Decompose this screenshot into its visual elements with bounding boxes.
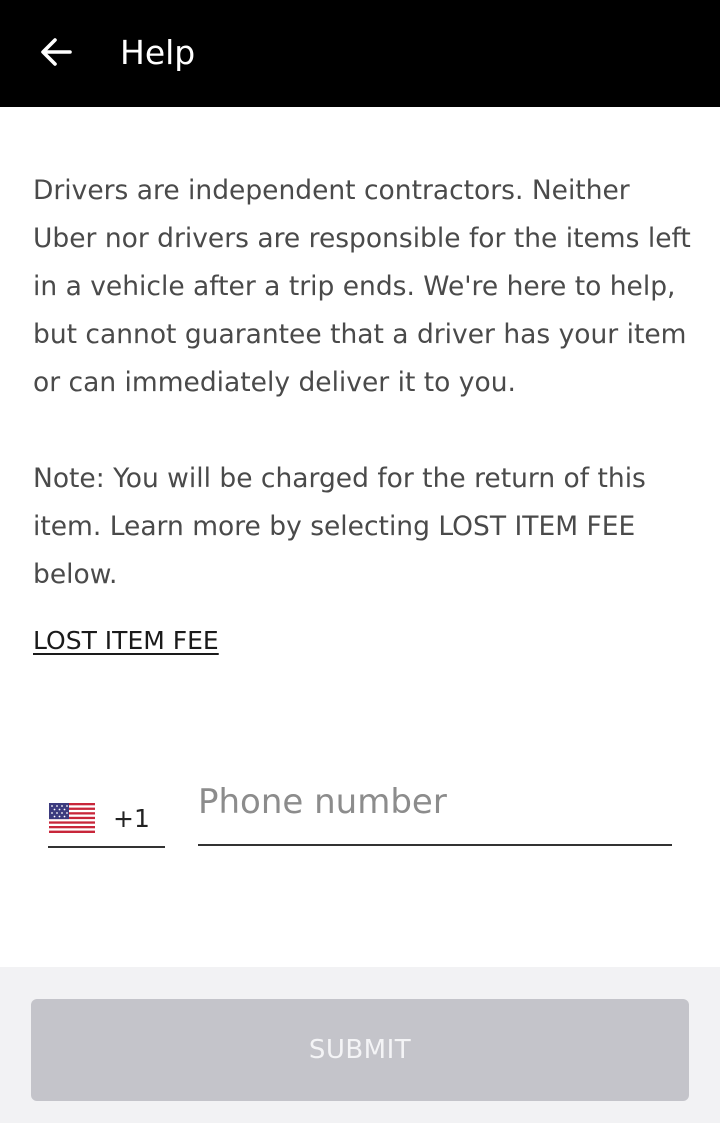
submit-button[interactable]: SUBMIT <box>31 999 689 1101</box>
country-code: +1 <box>113 803 150 833</box>
us-flag-icon <box>49 803 95 833</box>
disclaimer-text: Drivers are independent contractors. Nei… <box>33 175 691 398</box>
lost-item-fee-link[interactable]: LOST ITEM FEE <box>33 621 219 661</box>
arrow-left-icon <box>41 38 72 66</box>
app-bar: Help <box>0 0 720 107</box>
back-button[interactable] <box>34 30 78 74</box>
help-screen: Help Drivers are independent contractors… <box>0 0 720 1123</box>
page-title: Help <box>120 33 196 72</box>
country-code-selector[interactable]: +1 <box>48 790 165 848</box>
help-content: Drivers are independent contractors. Nei… <box>33 167 693 599</box>
phone-number-input[interactable] <box>198 775 672 846</box>
fee-note-text: Note: You will be charged for the return… <box>33 463 646 590</box>
